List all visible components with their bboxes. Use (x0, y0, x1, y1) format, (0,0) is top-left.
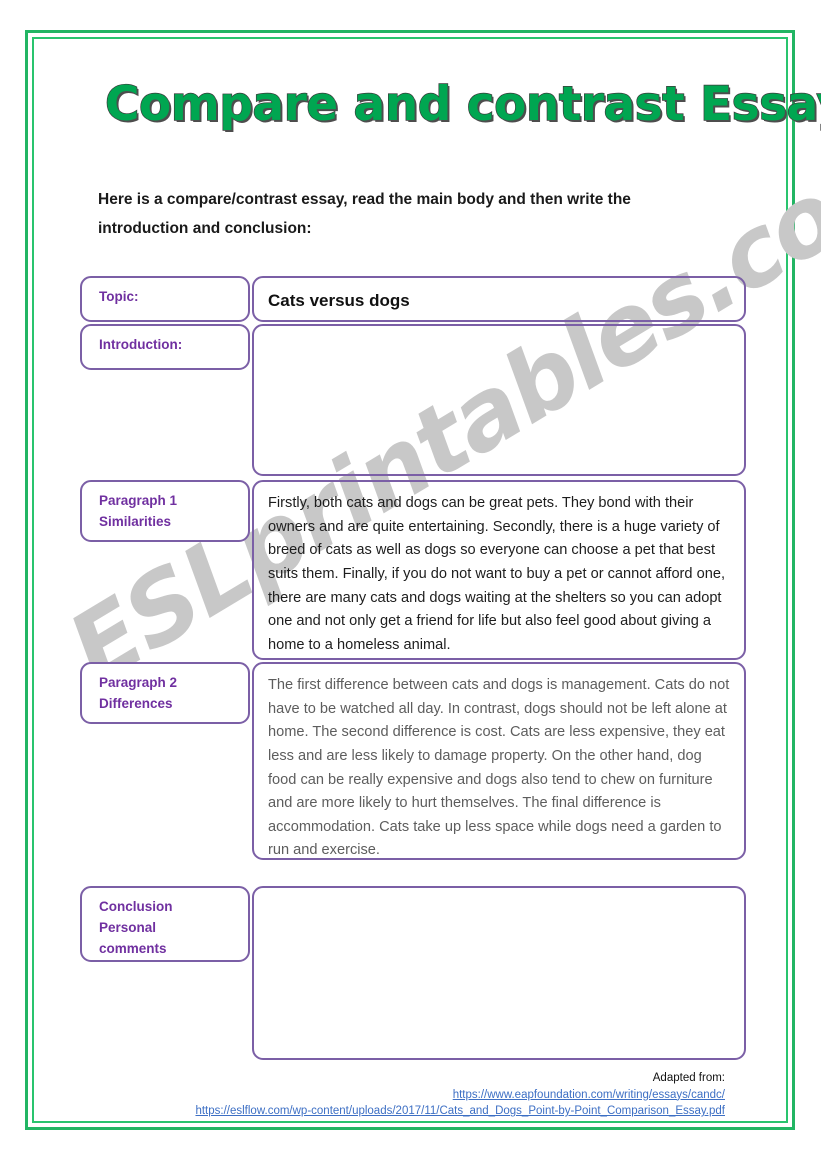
row-label-paragraph-1-line2: Similarities (99, 513, 172, 529)
page-title: Compare and contrast Essay (104, 77, 821, 132)
row-label-topic: Topic: (80, 276, 250, 322)
row-label-conclusion-line2: Personal (99, 919, 157, 935)
row-label-topic-text: Topic: (99, 289, 139, 304)
instruction-text: Here is a compare/contrast essay, read t… (98, 191, 631, 237)
footer-credits: Adapted from: https://www.eapfoundation.… (60, 1070, 725, 1120)
row-content-introduction-blank[interactable] (252, 324, 746, 476)
topic-value-text: Cats versus dogs (268, 291, 410, 310)
paragraph-2-text: The first difference between cats and do… (268, 677, 730, 859)
source-link-eapfoundation[interactable]: https://www.eapfoundation.com/writing/es… (60, 1087, 725, 1104)
row-label-paragraph-2: Paragraph 2 Differences (80, 662, 250, 724)
source-link-eslflow[interactable]: https://eslflow.com/wp-content/uploads/2… (60, 1103, 725, 1120)
paragraph-1-text: Firstly, both cats and dogs can be great… (268, 495, 725, 653)
row-label-introduction-text: Introduction: (99, 337, 183, 352)
row-label-paragraph-2-line1: Paragraph 2 (99, 675, 178, 690)
row-label-paragraph-1-line1: Paragraph 1 (99, 493, 178, 508)
row-label-conclusion-line1: Conclusion (99, 899, 173, 914)
row-content-paragraph-2[interactable]: The first difference between cats and do… (252, 662, 746, 860)
row-label-introduction: Introduction: (80, 324, 250, 370)
row-label-conclusion-line3: comments (99, 940, 167, 956)
row-label-paragraph-2-line2: Differences (99, 695, 173, 711)
row-content-paragraph-1[interactable]: Firstly, both cats and dogs can be great… (252, 480, 746, 660)
row-content-conclusion-blank[interactable] (252, 886, 746, 1060)
adapted-from-label: Adapted from: (652, 1072, 725, 1084)
row-content-topic[interactable]: Cats versus dogs (252, 276, 746, 322)
row-label-paragraph-1: Paragraph 1 Similarities (80, 480, 250, 542)
row-label-conclusion: Conclusion Personal comments (80, 886, 250, 962)
worksheet-sheet: Compare and contrast Essay Here is a com… (0, 0, 821, 1161)
